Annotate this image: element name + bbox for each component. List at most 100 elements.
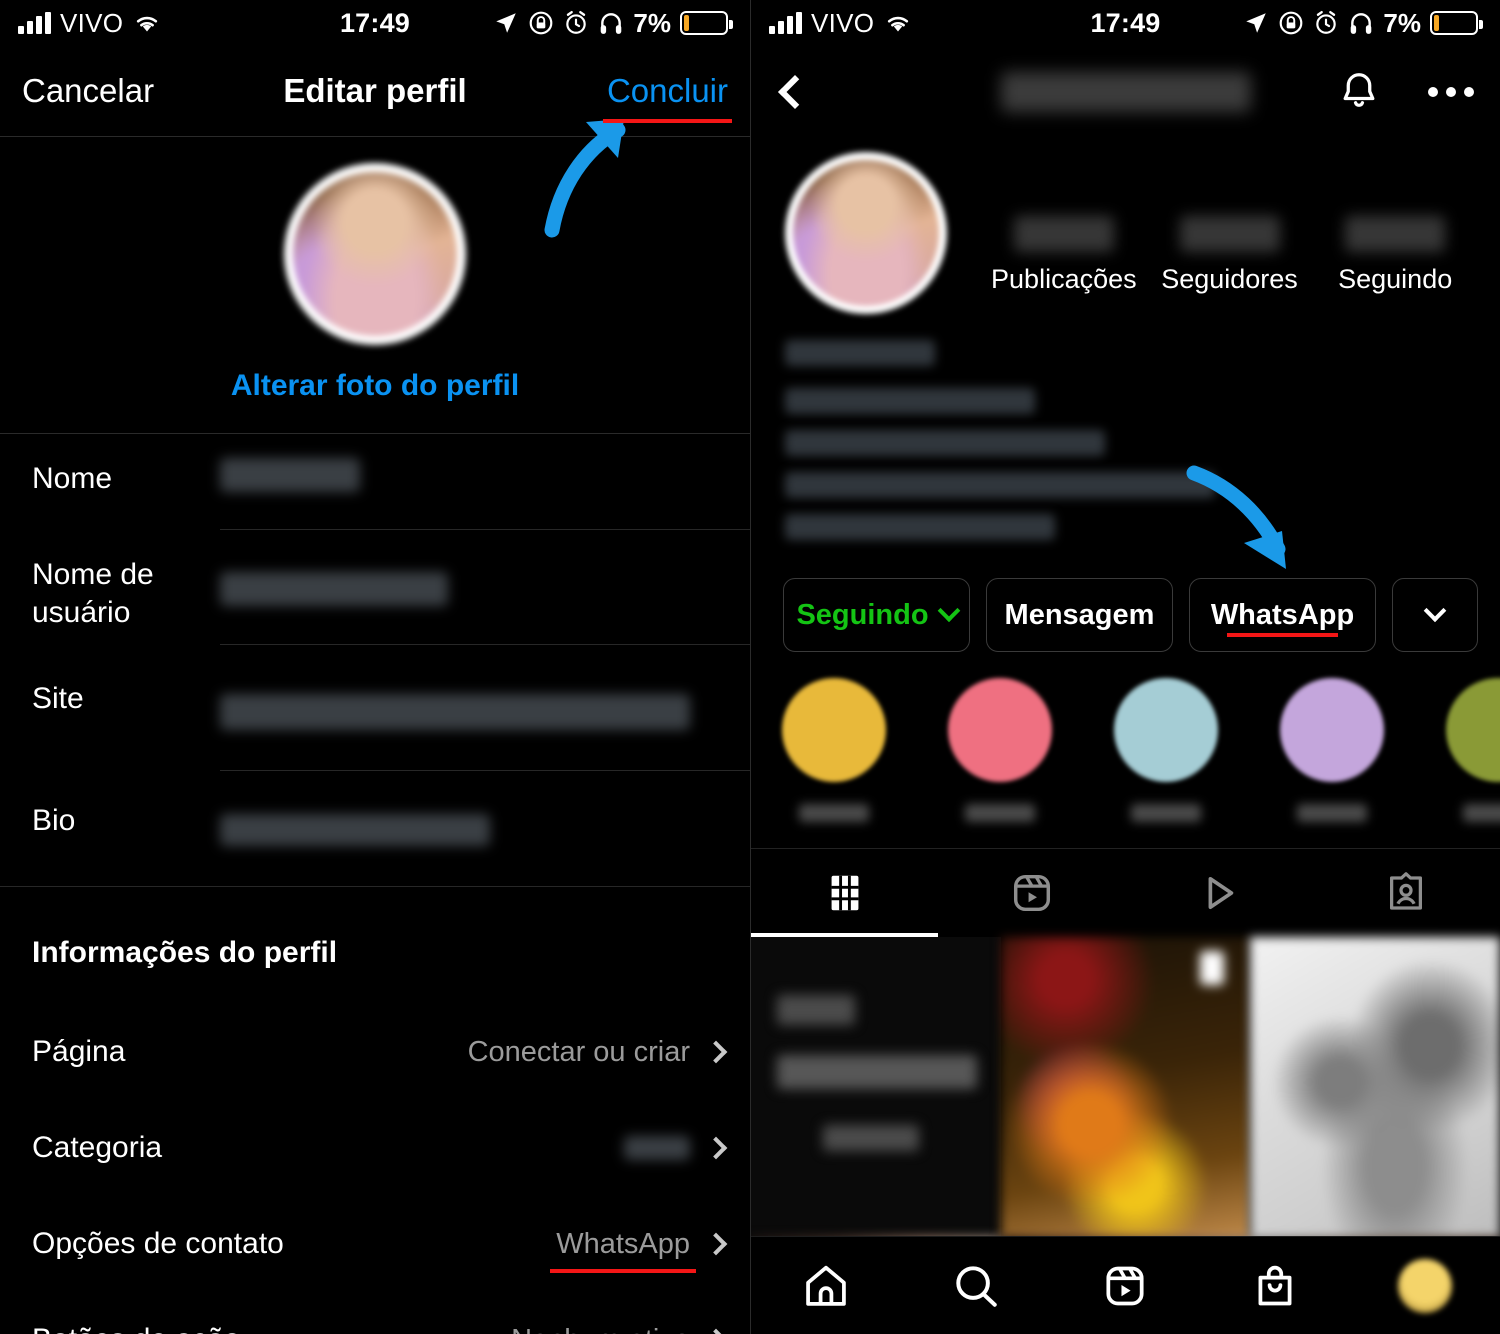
nav-search[interactable] (901, 1261, 1051, 1311)
row-botoes-de-acao[interactable]: Botões de ação Nenhum ativo (0, 1292, 750, 1334)
tagged-icon (1390, 872, 1423, 910)
following-button[interactable]: Seguindo (783, 578, 970, 652)
whatsapp-button[interactable]: WhatsApp (1189, 578, 1376, 652)
row-pagina[interactable]: Página Conectar ou criar (0, 1004, 750, 1100)
play-icon (1208, 876, 1234, 910)
highlight-item[interactable] (751, 678, 917, 822)
change-photo-button[interactable]: Alterar foto do perfil (0, 369, 750, 403)
field-value-redacted (220, 572, 448, 606)
tab-reels[interactable] (938, 849, 1125, 937)
tab-video[interactable] (1126, 849, 1313, 937)
post-thumbnail[interactable] (751, 937, 1001, 1239)
row-label: Botões de ação (32, 1323, 241, 1334)
chevron-left-icon[interactable] (778, 75, 812, 109)
grid-icon (831, 875, 859, 911)
nav-shop[interactable] (1200, 1261, 1350, 1311)
dual-screenshot: VIVO 17:49 7% Cancelar Editar perfil Con… (0, 0, 1500, 1334)
highlight-item[interactable] (1415, 678, 1500, 822)
signal-bars-icon (18, 12, 51, 34)
row-categoria[interactable]: Categoria (0, 1100, 750, 1196)
profile-bio (751, 314, 1500, 540)
alarm-icon (566, 10, 587, 34)
row-right: Conectar ou criar (467, 1035, 728, 1069)
row-value-redacted (624, 1136, 690, 1160)
do-not-disturb-icon (530, 11, 553, 35)
field-nome-de-usuario[interactable]: Nome de usuário (32, 530, 750, 654)
highlight-name-redacted (1463, 804, 1500, 822)
row-label: Página (32, 1035, 126, 1068)
bio-line (785, 472, 1215, 498)
highlight-circle (1446, 678, 1500, 782)
field-label: Bio (32, 804, 76, 837)
highlight-item[interactable] (1249, 678, 1415, 822)
location-arrow-icon (496, 13, 517, 33)
stat-value-redacted (1345, 216, 1446, 252)
profile-tabs (751, 848, 1500, 937)
location-arrow-icon (1246, 13, 1267, 33)
more-actions-button[interactable] (1392, 578, 1478, 652)
highlight-name-redacted (799, 804, 869, 822)
profile-fields: Nome Nome de usuário Site Bio (0, 434, 750, 886)
wifi-icon (137, 16, 158, 32)
tab-grid[interactable] (751, 849, 939, 937)
status-bar-left: VIVO (769, 8, 913, 39)
field-value-wrap[interactable] (220, 530, 750, 645)
tab-tagged[interactable] (1313, 849, 1500, 937)
field-site[interactable]: Site (32, 654, 750, 776)
battery-icon (1430, 11, 1483, 35)
battery-percent-label: 7% (1383, 7, 1421, 38)
profile-avatar[interactable] (785, 152, 947, 314)
story-highlights (751, 652, 1500, 822)
post-thumbnail[interactable] (1000, 937, 1251, 1239)
stat-publicacoes[interactable]: Publicações (981, 216, 1147, 295)
nav-reels[interactable] (1051, 1261, 1201, 1311)
message-button-label: Mensagem (1004, 598, 1155, 631)
more-options-icon[interactable] (1428, 87, 1474, 97)
highlight-item[interactable] (917, 678, 1083, 822)
highlight-item[interactable] (1083, 678, 1249, 822)
profile-action-buttons: Seguindo Mensagem WhatsApp (751, 556, 1500, 652)
stat-seguidores[interactable]: Seguidores (1147, 216, 1313, 295)
row-right: WhatsApp (550, 1228, 728, 1273)
headphones-icon (601, 13, 622, 34)
profile-username-redacted (1000, 72, 1251, 112)
field-value-wrap[interactable] (220, 776, 750, 876)
field-value-wrap[interactable] (220, 434, 750, 530)
nav-profile[interactable] (1350, 1258, 1500, 1313)
profile-avatar-icon (1398, 1258, 1453, 1313)
highlight-circle (948, 678, 1052, 782)
field-label: Nome (32, 462, 113, 495)
done-button[interactable]: Concluir (602, 72, 732, 123)
nav-home[interactable] (751, 1261, 901, 1311)
row-underline-annotation (550, 1268, 696, 1273)
row-value: Conectar ou criar (467, 1035, 690, 1068)
shop-icon (1258, 1265, 1292, 1305)
headphones-icon (1351, 13, 1372, 34)
post-thumbnail[interactable] (1250, 937, 1500, 1239)
cancel-button[interactable]: Cancelar (22, 72, 154, 110)
bio-line (785, 514, 1055, 540)
field-nome[interactable]: Nome (32, 434, 750, 530)
profile-topbar (751, 46, 1500, 138)
whatsapp-button-label: WhatsApp (1210, 598, 1355, 631)
stat-seguindo[interactable]: Seguindo (1312, 216, 1478, 295)
bio-line (785, 388, 1035, 414)
chevron-right-icon (704, 1136, 728, 1160)
highlight-circle (1280, 678, 1384, 782)
chevron-right-icon (704, 1232, 728, 1256)
field-bio[interactable]: Bio (32, 776, 750, 886)
status-bar-left: VIVO (18, 8, 162, 39)
whatsapp-underline-annotation (1227, 633, 1338, 637)
row-label: Categoria (32, 1131, 163, 1164)
field-value-wrap[interactable] (220, 654, 750, 771)
bell-icon[interactable] (1336, 69, 1382, 115)
row-label: Opções de contato (32, 1227, 284, 1260)
highlight-name-redacted (1131, 804, 1201, 822)
bio-line (785, 340, 935, 366)
carrier-label: VIVO (60, 7, 124, 38)
row-opcoes-de-contato[interactable]: Opções de contato WhatsApp (0, 1196, 750, 1292)
row-right: Nenhum ativo (511, 1324, 728, 1334)
message-button[interactable]: Mensagem (986, 578, 1173, 652)
status-bar-right: 7% (493, 8, 733, 39)
avatar[interactable] (284, 163, 466, 345)
